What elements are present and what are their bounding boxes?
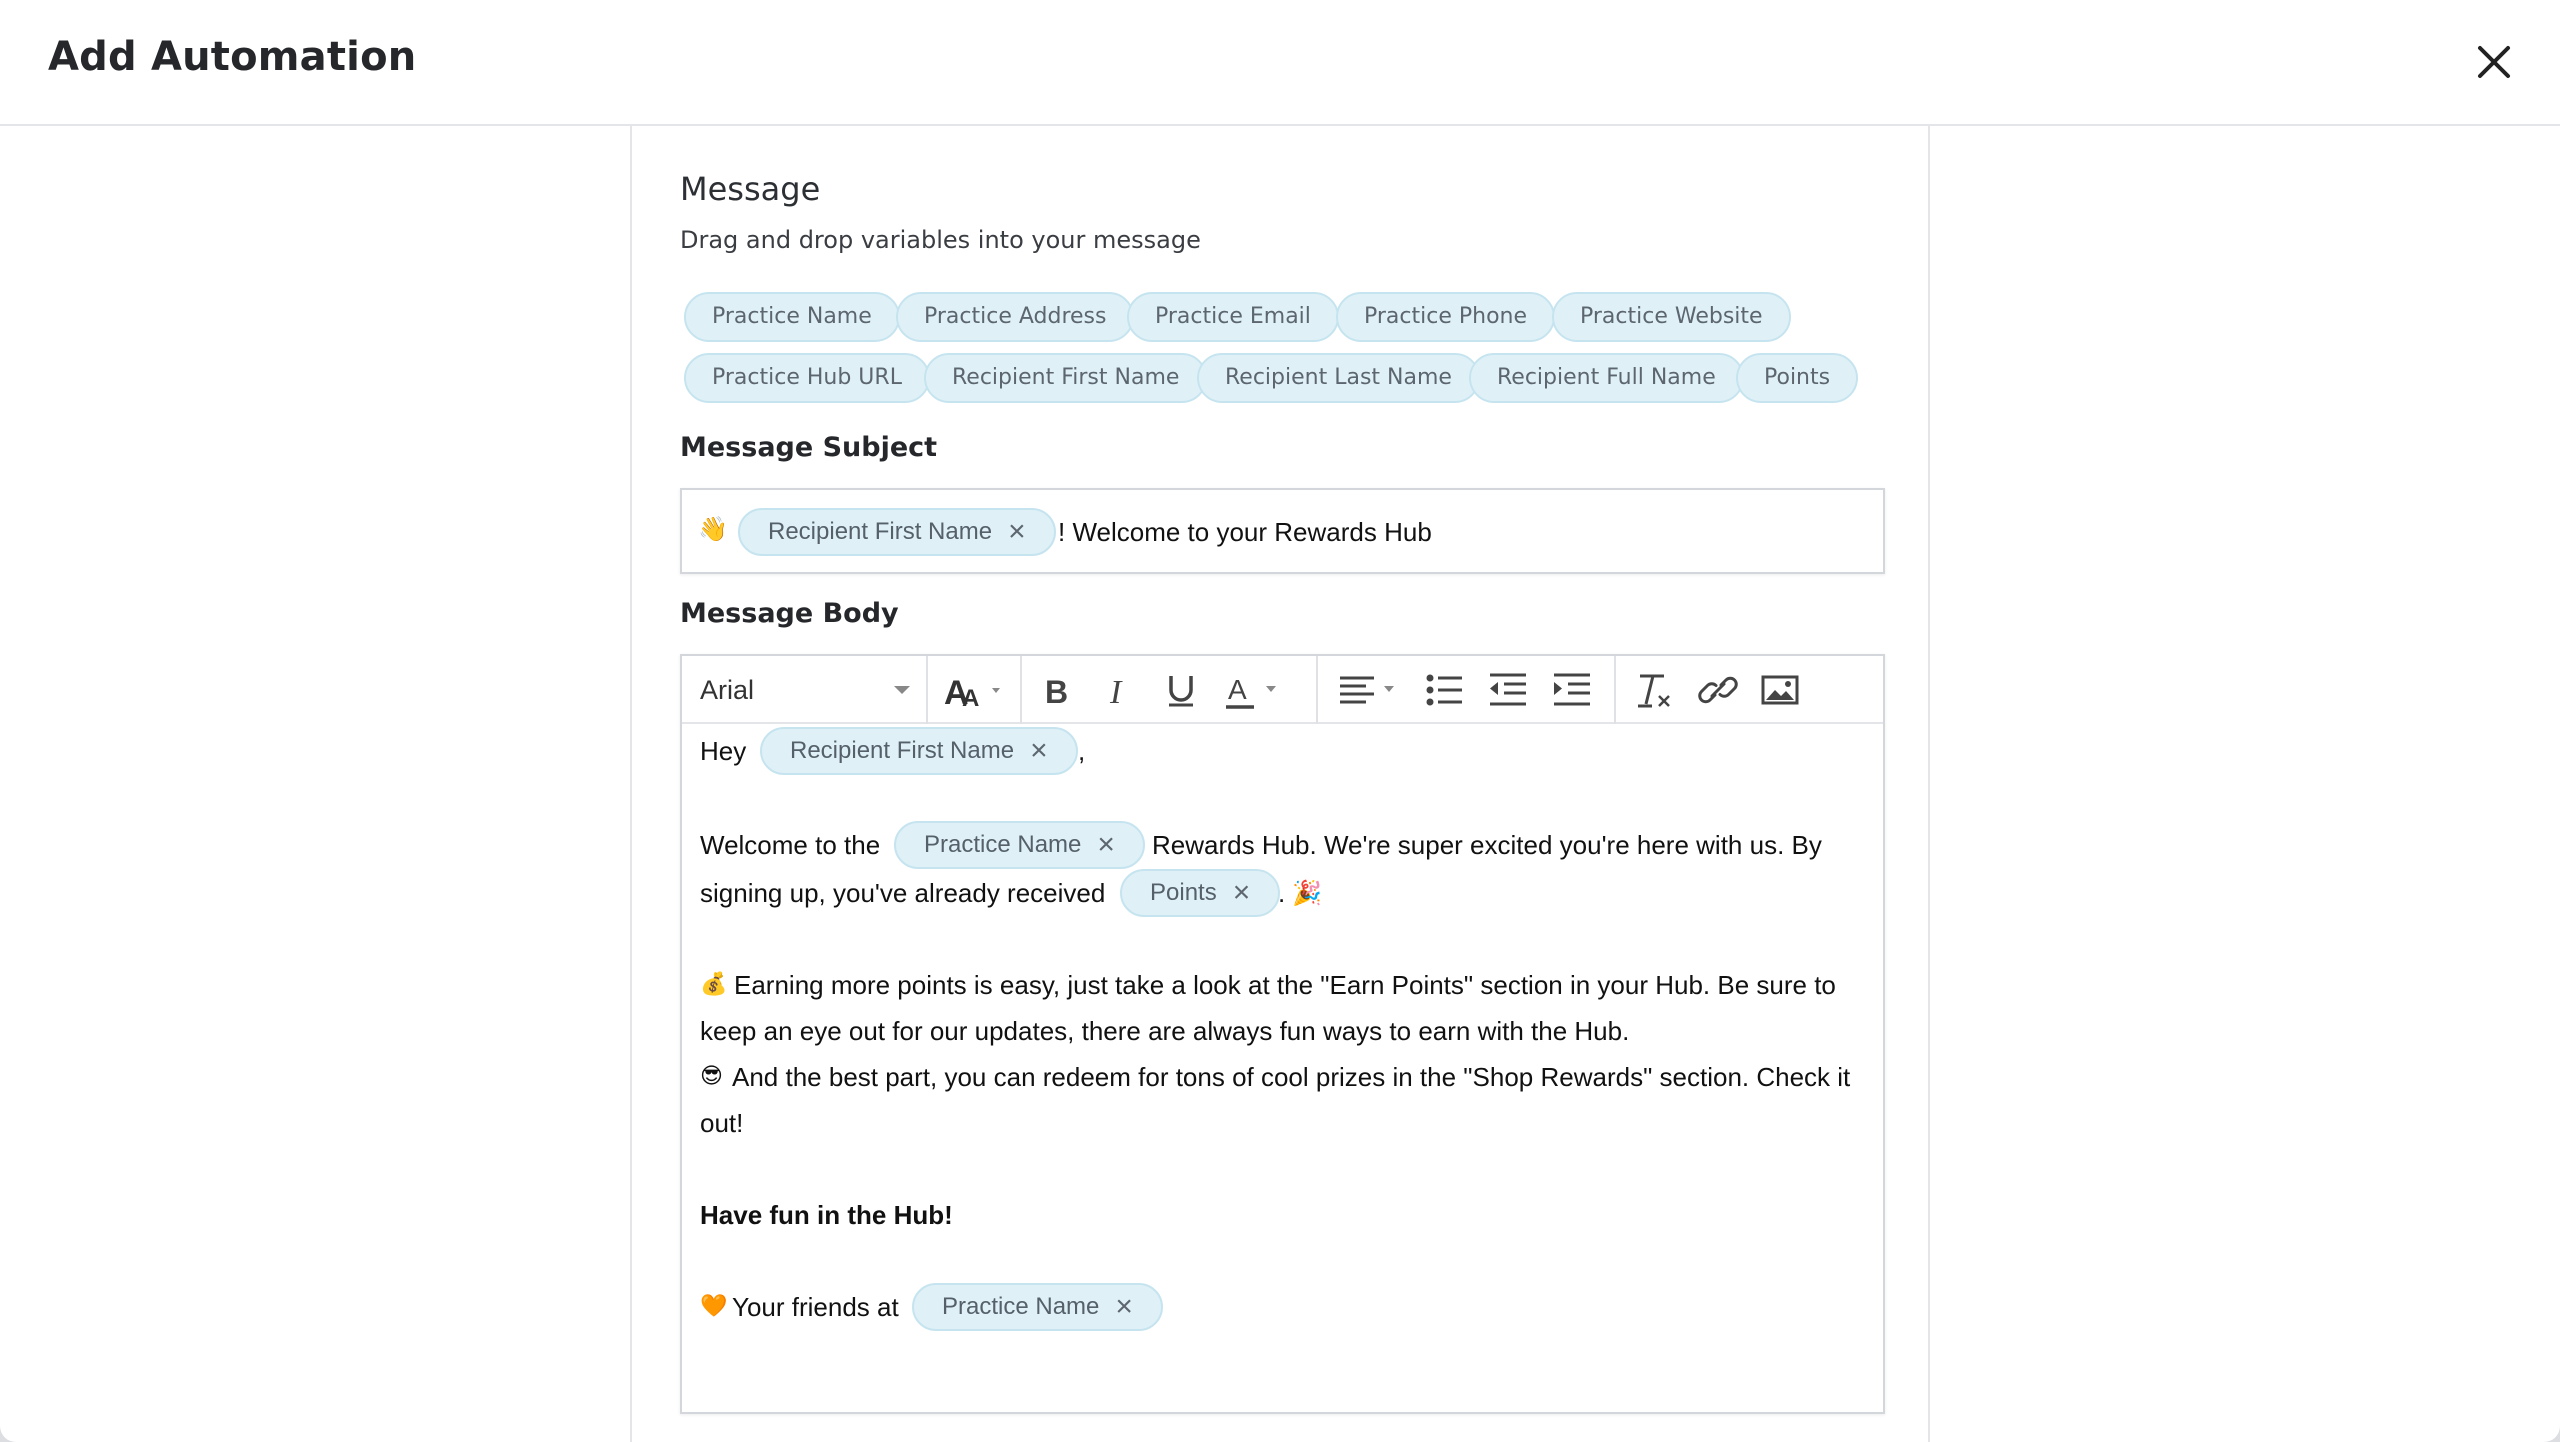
variable-chip-recipient-full-name[interactable]: Recipient Full Name — [1469, 353, 1744, 403]
toolbar-divider — [1316, 656, 1318, 724]
body-chip-points[interactable]: Points × — [1120, 869, 1281, 917]
svg-text:A: A — [962, 685, 979, 712]
message-body-editor[interactable]: Arial A A B I A Hey Recipient First Name… — [680, 654, 1885, 1414]
font-family-value: Arial — [700, 675, 755, 705]
have-fun-text: Have fun in the Hub! — [700, 1200, 953, 1230]
modal-header: Add Automation — [0, 0, 2560, 126]
welcome-text-continued: Rewards Hub. We're super excited you're … — [1152, 830, 1822, 860]
editor-toolbar: Arial A A B I A — [682, 656, 1883, 724]
period-text: . — [1278, 878, 1286, 908]
message-body-label: Message Body — [680, 598, 899, 629]
earn-points-text-line1: Earning more points is easy, just take a… — [734, 970, 1836, 1000]
earn-points-text-line2: keep an eye out for our updates, there a… — [700, 1016, 1630, 1046]
wave-emoji: 👋 — [698, 515, 728, 543]
editor-content[interactable]: Hey Recipient First Name × , Welcome to t… — [682, 724, 1883, 1414]
message-title: Message — [680, 170, 821, 208]
link-icon[interactable] — [1690, 666, 1746, 714]
remove-chip-icon[interactable]: × — [1115, 1285, 1133, 1329]
variable-chip-practice-phone[interactable]: Practice Phone — [1336, 292, 1556, 342]
right-column-divider — [1928, 126, 1930, 1442]
shop-rewards-text-line2: out! — [700, 1108, 744, 1138]
bullet-list-icon[interactable] — [1416, 666, 1472, 714]
message-subtitle: Drag and drop variables into your messag… — [680, 226, 1201, 254]
font-family-select[interactable]: Arial — [700, 666, 910, 714]
variable-chip-practice-website[interactable]: Practice Website — [1552, 292, 1791, 342]
remove-chip-icon[interactable]: × — [1030, 729, 1048, 773]
indent-icon[interactable] — [1544, 666, 1600, 714]
remove-chip-icon[interactable]: × — [1008, 510, 1026, 554]
remove-chip-icon[interactable]: × — [1097, 823, 1115, 867]
shop-rewards-text-line1: And the best part, you can redeem for to… — [732, 1062, 1851, 1092]
subject-chip-recipient-first-name[interactable]: Recipient First Name × — [738, 508, 1056, 556]
variable-chip-recipient-first-name[interactable]: Recipient First Name — [924, 353, 1208, 403]
font-size-icon[interactable]: A A — [940, 666, 1010, 714]
sign-off-text: Your friends at — [732, 1292, 899, 1322]
body-chip-label: Recipient First Name — [790, 737, 1015, 764]
variable-chip-practice-address[interactable]: Practice Address — [896, 292, 1135, 342]
sunglasses-emoji: 😎 — [700, 1064, 723, 1089]
clear-format-icon[interactable] — [1626, 666, 1682, 714]
variable-chip-practice-hub-url[interactable]: Practice Hub URL — [684, 353, 930, 403]
outdent-icon[interactable] — [1480, 666, 1536, 714]
variable-chip-practice-email[interactable]: Practice Email — [1127, 292, 1339, 342]
remove-chip-icon[interactable]: × — [1233, 871, 1251, 915]
body-chip-label: Points — [1150, 879, 1217, 906]
toolbar-divider — [1020, 656, 1022, 724]
greeting-text: Hey — [700, 736, 747, 766]
subject-chip-label: Recipient First Name — [768, 518, 993, 545]
body-chip-label: Practice Name — [942, 1293, 1100, 1320]
greeting-comma: , — [1078, 736, 1086, 766]
modal-title: Add Automation — [48, 34, 417, 80]
underline-icon[interactable] — [1156, 666, 1206, 714]
money-bag-emoji: 💰 — [700, 972, 728, 997]
body-chip-practice-name[interactable]: Practice Name × — [894, 821, 1145, 869]
signing-up-text: signing up, you've already received — [700, 878, 1106, 908]
body-chip-practice-name-signoff[interactable]: Practice Name × — [912, 1283, 1163, 1331]
message-subject-input[interactable]: 👋 Recipient First Name × ! Welcome to you… — [680, 488, 1885, 574]
message-subject-label: Message Subject — [680, 432, 938, 463]
variable-chip-practice-name[interactable]: Practice Name — [684, 292, 900, 342]
variable-chip-points[interactable]: Points — [1736, 353, 1859, 403]
svg-text:B: B — [1045, 674, 1068, 710]
bold-icon[interactable]: B — [1032, 666, 1082, 714]
left-column-divider — [630, 126, 632, 1442]
toolbar-divider — [1614, 656, 1616, 724]
add-automation-modal: Add Automation Message Drag and drop var… — [0, 0, 2560, 1442]
align-left-icon[interactable] — [1328, 666, 1408, 714]
italic-icon[interactable]: I — [1094, 666, 1144, 714]
body-chip-label: Practice Name — [924, 831, 1082, 858]
welcome-text: Welcome to the — [700, 830, 881, 860]
image-icon[interactable] — [1752, 666, 1808, 714]
toolbar-divider — [926, 656, 928, 724]
text-color-icon[interactable]: A — [1216, 666, 1296, 714]
close-icon[interactable] — [2466, 34, 2522, 90]
chevron-down-icon — [894, 686, 910, 694]
svg-text:A: A — [1228, 674, 1247, 705]
orange-heart-emoji: 🧡 — [700, 1294, 728, 1319]
svg-text:I: I — [1109, 674, 1123, 711]
party-emoji: 🎉 — [1292, 879, 1322, 907]
variable-chip-recipient-last-name[interactable]: Recipient Last Name — [1197, 353, 1480, 403]
body-chip-recipient-first-name[interactable]: Recipient First Name × — [760, 727, 1078, 775]
subject-text: ! Welcome to your Rewards Hub — [1058, 517, 1432, 547]
